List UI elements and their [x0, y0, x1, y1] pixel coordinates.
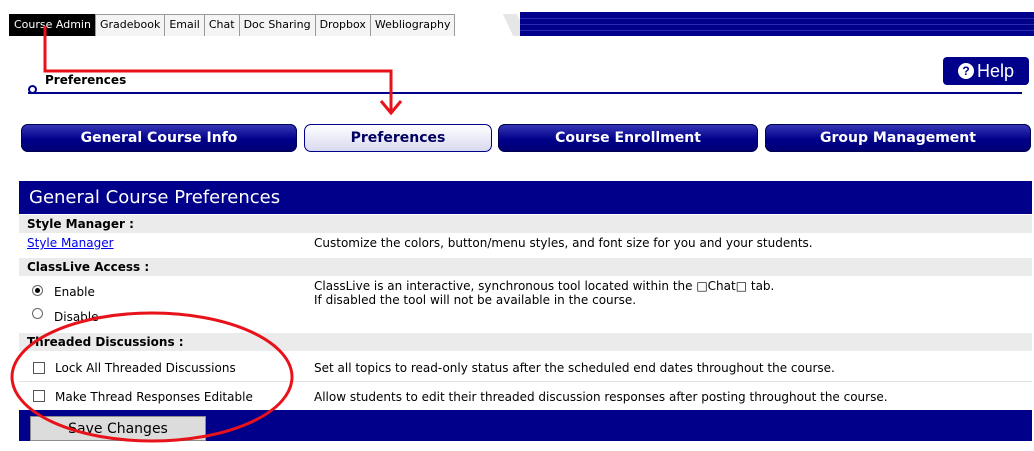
help-label: Help [976, 61, 1015, 81]
row-divider [19, 381, 1032, 382]
editable-responses-description: Allow students to edit their threaded di… [314, 390, 888, 404]
classlive-description-line1: ClassLive is an interactive, synchronous… [314, 279, 775, 293]
annotation-arrow-line [43, 26, 393, 112]
group-management-button[interactable]: Group Management [765, 124, 1031, 152]
preferences-button[interactable]: Preferences [304, 124, 492, 152]
style-manager-heading: Style Manager : [19, 215, 1032, 233]
tab-doc-sharing[interactable]: Doc Sharing [238, 14, 316, 36]
classlive-description-line2: If disabled the tool will not be availab… [314, 293, 637, 307]
tab-email[interactable]: Email [164, 14, 205, 36]
annotation-arrow-head [379, 100, 403, 116]
enable-radio[interactable] [32, 285, 43, 296]
course-enrollment-button[interactable]: Course Enrollment [498, 124, 758, 152]
tab-webliography[interactable]: Webliography [369, 14, 456, 36]
panel-title: General Course Preferences [29, 187, 281, 208]
tab-gradebook[interactable]: Gradebook [94, 14, 166, 36]
top-tab-strip: Course Admin Gradebook Email Chat Doc Sh… [9, 14, 456, 36]
tab-chat[interactable]: Chat [203, 14, 240, 36]
title-divider [28, 92, 1022, 94]
style-manager-link[interactable]: Style Manager [27, 236, 114, 250]
classlive-heading: ClassLive Access : [19, 258, 1032, 276]
threaded-discussions-heading: Threaded Discussions : [19, 333, 1032, 351]
style-manager-description: Customize the colors, button/menu styles… [314, 236, 813, 250]
tab-course-admin[interactable]: Course Admin [9, 14, 96, 36]
enable-label: Enable [54, 285, 95, 299]
editable-responses-checkbox[interactable] [33, 390, 45, 402]
panel-header: General Course Preferences [19, 181, 1032, 214]
editable-responses-label: Make Thread Responses Editable [55, 390, 253, 404]
lock-threads-checkbox[interactable] [33, 362, 45, 374]
help-button[interactable]: ? Help [943, 57, 1029, 85]
header-blue-bar [520, 12, 1034, 36]
question-icon: ? [957, 63, 974, 79]
page-title: Preferences [45, 73, 127, 87]
disable-label: Disable [54, 310, 99, 324]
disable-radio[interactable] [32, 308, 43, 319]
lock-threads-description: Set all topics to read-only status after… [314, 361, 835, 375]
save-changes-button[interactable]: Save Changes [30, 416, 206, 441]
general-course-info-button[interactable]: General Course Info [21, 124, 297, 152]
lock-threads-label: Lock All Threaded Discussions [55, 361, 236, 375]
tab-dropbox[interactable]: Dropbox [314, 14, 371, 36]
